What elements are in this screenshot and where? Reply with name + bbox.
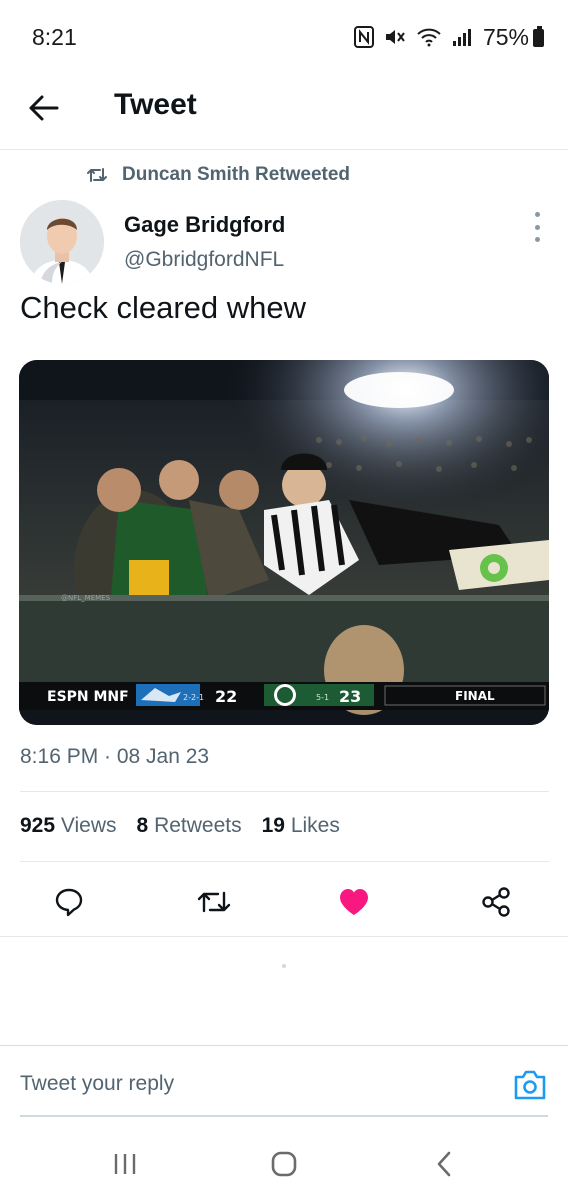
tweet-timestamp: 8:16 PM · 08 Jan 23 xyxy=(20,745,210,768)
broadcast-label: ESPN MNF xyxy=(47,689,129,705)
views-stat[interactable]: 925 Views xyxy=(20,814,117,838)
divider xyxy=(0,936,568,937)
author-name[interactable]: Gage Bridgford xyxy=(124,212,285,238)
avatar[interactable] xyxy=(20,200,104,284)
mute-icon xyxy=(386,30,405,44)
battery-icon xyxy=(533,25,544,47)
reply-composer xyxy=(0,1045,568,1117)
wifi-icon xyxy=(417,28,441,47)
signal-icon xyxy=(453,29,471,46)
home-score: 23 xyxy=(339,687,361,706)
tweet-stats: 925 Views 8 Retweets 19 Likes xyxy=(20,814,340,838)
back-arrow-icon xyxy=(29,95,59,121)
share-icon xyxy=(482,887,510,917)
avatar-image xyxy=(20,200,104,284)
camera-icon xyxy=(514,1070,546,1100)
retweet-banner-text: Duncan Smith Retweeted xyxy=(122,164,351,185)
home-button[interactable] xyxy=(259,1146,309,1182)
stadium-photo: @NFL_MEMES ESPN MNF 2-2-1 22 5-1 23 FINA… xyxy=(19,360,549,725)
away-score: 22 xyxy=(215,687,237,706)
chevron-left-icon xyxy=(437,1151,451,1177)
away-record: 2-2-1 xyxy=(183,693,204,702)
divider xyxy=(20,791,549,792)
author-handle[interactable]: @GbridgfordNFL xyxy=(124,248,284,272)
recent-apps-button[interactable] xyxy=(100,1146,150,1182)
heart-icon xyxy=(340,889,368,915)
retweet-button[interactable] xyxy=(192,880,236,924)
nfc-icon xyxy=(354,26,374,48)
more-vertical-icon[interactable] xyxy=(524,212,550,242)
retweet-icon xyxy=(197,891,231,913)
reply-button[interactable] xyxy=(47,880,91,924)
retweet-icon xyxy=(87,168,107,182)
system-nav-bar xyxy=(0,1130,568,1200)
game-status: FINAL xyxy=(455,689,495,703)
retweets-stat[interactable]: 8 Retweets xyxy=(137,814,242,838)
like-button[interactable] xyxy=(332,880,376,924)
reply-input[interactable] xyxy=(20,1072,490,1096)
home-icon xyxy=(271,1151,297,1177)
status-time: 8:21 xyxy=(32,24,77,50)
status-icons xyxy=(354,26,472,48)
home-record: 5-1 xyxy=(316,693,329,702)
loading-indicator xyxy=(282,964,286,968)
tweet-actions xyxy=(0,870,568,936)
app-header: Tweet xyxy=(0,70,568,150)
svg-text:@NFL_MEMES: @NFL_MEMES xyxy=(61,594,111,602)
reply-underline xyxy=(20,1115,548,1117)
divider xyxy=(20,861,549,862)
battery-indicator: 75% xyxy=(483,24,544,51)
retweet-banner[interactable]: Duncan Smith Retweeted xyxy=(86,164,350,186)
battery-level: 75% xyxy=(482,24,529,50)
tweet-text: Check cleared whew xyxy=(20,290,307,325)
camera-button[interactable] xyxy=(512,1068,548,1102)
recent-apps-icon xyxy=(114,1154,136,1174)
tweet-media-image[interactable]: @NFL_MEMES ESPN MNF 2-2-1 22 5-1 23 FINA… xyxy=(19,360,549,725)
share-button[interactable] xyxy=(474,880,518,924)
status-bar: 8:21 75% xyxy=(0,0,568,70)
back-button[interactable] xyxy=(24,88,64,128)
likes-stat[interactable]: 19 Likes xyxy=(262,814,340,838)
reply-icon xyxy=(55,888,83,917)
page-title: Tweet xyxy=(114,88,197,121)
system-back-button[interactable] xyxy=(419,1146,469,1182)
